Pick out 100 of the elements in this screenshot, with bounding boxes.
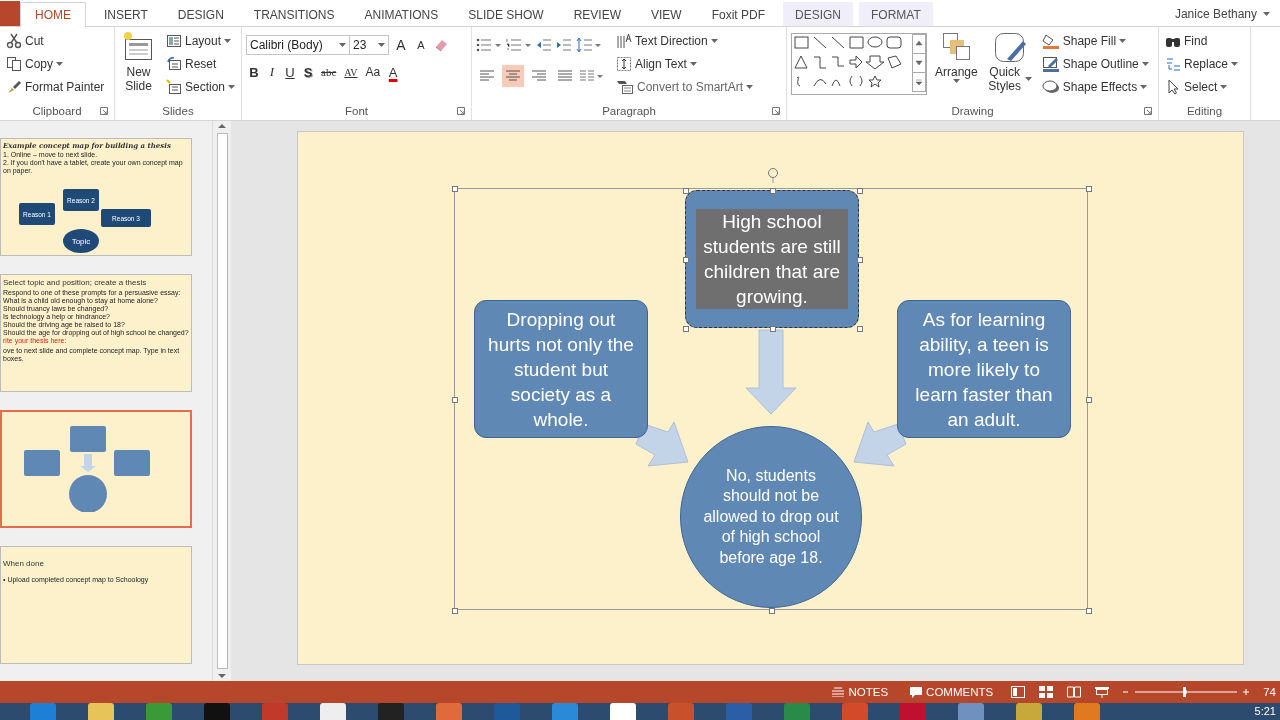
font-format-button[interactable]: abc — [318, 65, 340, 79]
dialog-launcher-icon — [457, 107, 465, 115]
resize-handle[interactable] — [770, 188, 776, 194]
ribbon-tab[interactable]: FORMAT — [859, 2, 933, 26]
ribbon-tab[interactable]: REVIEW — [561, 2, 633, 26]
taskbar-app-icon[interactable] — [146, 703, 172, 720]
resize-handle[interactable] — [770, 326, 776, 332]
font-format-button[interactable]: I — [264, 63, 280, 81]
user-name[interactable]: Janice Bethany — [1174, 7, 1257, 21]
taskbar-app-icon[interactable] — [1074, 703, 1100, 720]
ribbon-command[interactable]: Select — [1163, 77, 1241, 97]
font-format-button[interactable]: Aa — [362, 64, 384, 80]
ribbon-command[interactable]: Align Text — [614, 54, 756, 74]
resize-handle[interactable] — [683, 326, 689, 332]
align-button[interactable] — [502, 65, 524, 87]
ribbon-tab[interactable]: VIEW — [638, 2, 694, 26]
notes-icon — [832, 687, 845, 697]
resize-handle[interactable] — [769, 608, 775, 614]
ribbon-tab[interactable]: HOME — [20, 2, 86, 27]
ribbon-tab[interactable]: DESIGN — [165, 2, 236, 26]
ribbon-command[interactable]: Replace — [1163, 54, 1241, 74]
resize-handle[interactable] — [1086, 186, 1092, 192]
diagram-node: Topic — [63, 229, 99, 253]
resize-handle[interactable] — [452, 397, 458, 403]
ribbon-command[interactable]: Section — [163, 77, 237, 97]
normal-view-icon — [1011, 686, 1026, 698]
resize-handle[interactable] — [857, 326, 863, 332]
font-format-button[interactable]: AV — [341, 65, 361, 79]
taskbar-app-icon[interactable] — [1016, 703, 1042, 720]
ribbon-command[interactable]: Convert to SmartArt — [614, 77, 756, 97]
ribbon-command[interactable]: Text Direction — [614, 31, 756, 51]
taskbar-app-icon[interactable] — [668, 703, 694, 720]
align-text-icon — [616, 56, 632, 72]
scrollbar-thumb[interactable] — [216, 133, 228, 669]
shrink-font-button[interactable]: A — [413, 38, 429, 52]
taskbar-app-icon[interactable] — [958, 703, 984, 720]
cursor-icon — [1165, 79, 1181, 95]
align-icon — [506, 70, 520, 82]
taskbar-app-icon[interactable] — [436, 703, 462, 720]
text-box-node[interactable]: As for learning ability, a teen is more likely to learn faster than an adult. — [897, 300, 1071, 438]
font-format-button[interactable]: S — [300, 63, 316, 81]
shape-effects-icon — [1041, 79, 1060, 95]
resize-handle[interactable] — [452, 186, 458, 192]
shape-gallery[interactable] — [791, 33, 927, 95]
text-box-node[interactable]: Dropping out hurts not only the student but society as a whole. — [474, 300, 648, 438]
font-format-button[interactable]: B — [246, 63, 262, 81]
ribbon-command[interactable]: Shape Effects — [1039, 77, 1151, 97]
caret-icon — [228, 84, 235, 90]
ribbon-tab[interactable]: DESIGN — [783, 2, 853, 26]
taskbar-app-icon[interactable] — [610, 703, 636, 720]
ribbon-command[interactable]: Shape Fill — [1039, 31, 1151, 51]
layout-icon — [165, 33, 182, 49]
notes-button[interactable]: NOTES — [828, 686, 893, 698]
taskbar-app-icon[interactable] — [88, 703, 114, 720]
circle-node[interactable]: No, students should not be allowed to drop out of high school before age 18. — [680, 426, 862, 608]
font-size-field[interactable]: 23 — [349, 35, 389, 55]
taskbar-app-icon[interactable] — [320, 703, 346, 720]
font-name-field[interactable]: Calibri (Body) — [246, 35, 350, 55]
taskbar-app-icon[interactable] — [726, 703, 752, 720]
caret-icon — [710, 38, 718, 44]
ribbon-tab[interactable]: Foxit PDF — [699, 2, 777, 26]
resize-handle[interactable] — [683, 188, 689, 194]
reset-icon — [165, 56, 182, 72]
ribbon-command[interactable]: Shape Outline — [1039, 54, 1151, 74]
ribbon-tab[interactable]: INSERT — [92, 2, 160, 26]
resize-handle[interactable] — [857, 257, 863, 263]
quick-styles-button[interactable]: Quick Styles — [985, 31, 1034, 102]
ribbon-tab[interactable]: ANIMATIONS — [352, 2, 451, 26]
ribbon-command[interactable]: Format Painter — [4, 77, 107, 97]
ribbon-command[interactable]: Cut — [4, 31, 107, 51]
taskbar-app-icon[interactable] — [900, 703, 926, 720]
new-slide-button[interactable]: New Slide — [119, 31, 158, 102]
ribbon-tab[interactable]: SLIDE SHOW — [456, 2, 556, 26]
font-format-button[interactable]: U — [282, 63, 298, 81]
ribbon-tab[interactable]: TRANSITIONS — [241, 2, 347, 26]
ribbon-command[interactable]: Copy — [4, 54, 107, 74]
resize-handle[interactable] — [452, 608, 458, 614]
taskbar-app-icon[interactable] — [30, 703, 56, 720]
dialog-launcher-icon — [100, 107, 108, 115]
slide-thumbnail[interactable] — [0, 410, 192, 528]
arrange-button[interactable]: Arrange — [933, 31, 980, 102]
font-format-button[interactable]: A — [385, 63, 402, 81]
comments-button[interactable]: COMMENTS — [906, 686, 998, 698]
resize-handle[interactable] — [683, 257, 689, 263]
dialog-launcher-icon — [1144, 107, 1152, 115]
taskbar-app-icon[interactable] — [842, 703, 868, 720]
resize-handle[interactable] — [1086, 397, 1092, 403]
resize-handle[interactable] — [857, 188, 863, 194]
zoom-level[interactable]: 74 — [1263, 686, 1276, 698]
taskbar-app-icon[interactable] — [552, 703, 578, 720]
taskbar-app-icon[interactable] — [494, 703, 520, 720]
taskbar-app-icon[interactable] — [784, 703, 810, 720]
taskbar-app-icon[interactable] — [262, 703, 288, 720]
slide-thumbnail[interactable] — [0, 274, 192, 392]
eraser-icon — [433, 37, 449, 53]
resize-handle[interactable] — [1086, 608, 1092, 614]
ribbon-command[interactable]: Layout — [163, 31, 237, 51]
grow-font-button[interactable]: A — [393, 36, 409, 54]
ribbon-command[interactable]: Find — [1163, 31, 1241, 51]
ribbon-command[interactable]: Reset — [163, 54, 237, 74]
